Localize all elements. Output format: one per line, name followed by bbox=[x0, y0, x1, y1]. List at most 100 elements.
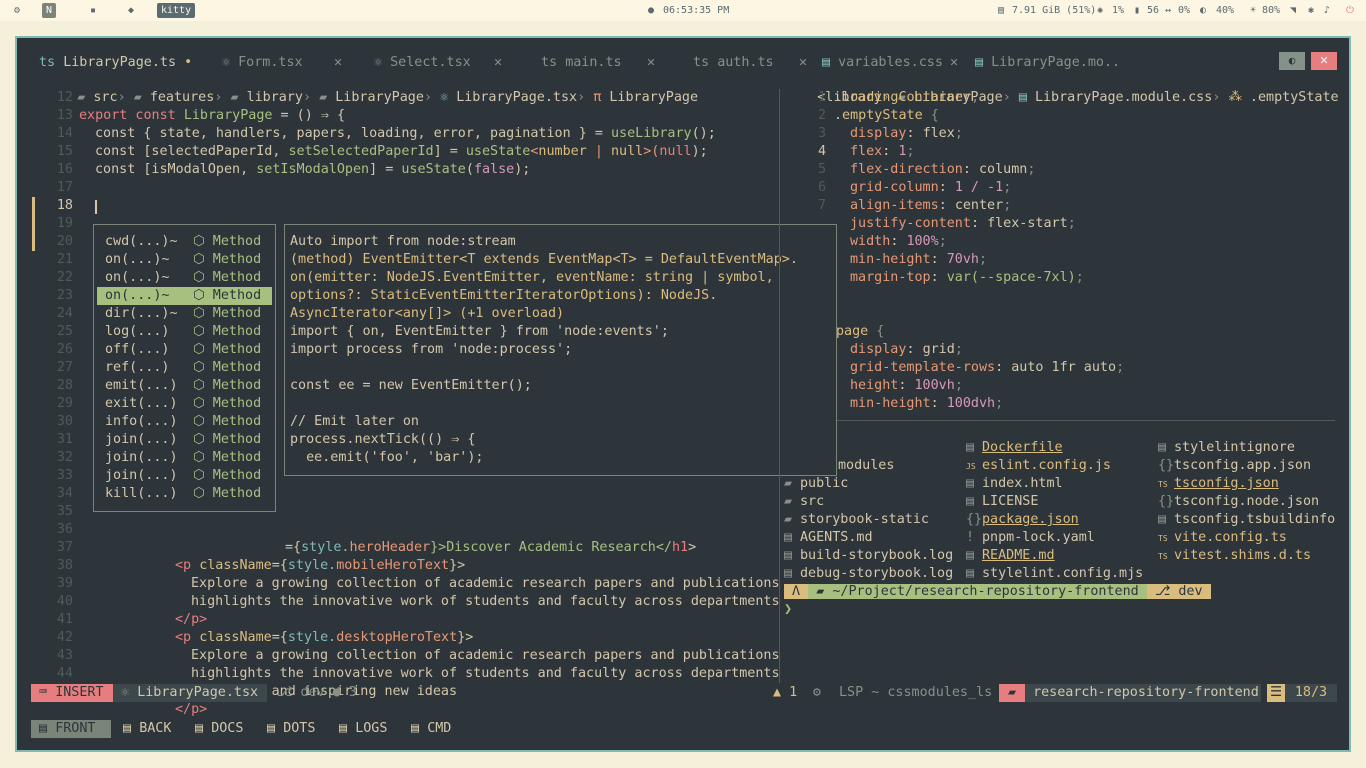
line-number: 43 bbox=[56, 648, 73, 663]
close-tab-icon[interactable]: ✕ bbox=[647, 54, 655, 72]
terminal-tab[interactable]: ▤ DOTS bbox=[259, 720, 324, 738]
css-value: center bbox=[954, 198, 1004, 213]
file-name: build-storybook.log bbox=[800, 548, 954, 563]
terminal-tab[interactable]: ▤ FRONT bbox=[31, 720, 111, 738]
git-branch[interactable]: ⎇ dev ● 3 bbox=[277, 684, 357, 702]
file-entry[interactable]: TS tsconfig.json bbox=[1158, 475, 1279, 493]
file-entry[interactable]: JS eslint.config.js bbox=[966, 457, 1111, 475]
close-tab-icon[interactable]: ✕ bbox=[950, 54, 958, 72]
close-tab-icon[interactable]: ✕ bbox=[494, 54, 502, 72]
completion-item[interactable]: exit(...) ⬡ Method bbox=[97, 395, 272, 413]
file-entry[interactable]: TS vite.config.ts bbox=[1158, 529, 1287, 547]
close-tab-icon[interactable]: ✕ bbox=[334, 54, 342, 72]
tab-librarypage-ts[interactable]: ts LibraryPage.ts • bbox=[39, 54, 192, 72]
bluetooth-icon[interactable]: ✱ bbox=[1308, 3, 1314, 18]
terminal-tab[interactable]: ▤ DOCS bbox=[187, 720, 252, 738]
project-name[interactable]: research-repository-frontend bbox=[1025, 684, 1261, 702]
workspace-2-icon[interactable]: ▪ bbox=[90, 3, 96, 18]
terminal-tab[interactable]: ▤ LOGS bbox=[331, 720, 396, 738]
notification-icon[interactable]: ♪ bbox=[1324, 3, 1330, 18]
git-icon: ⎇ bbox=[1146, 584, 1179, 599]
line-number: 27 bbox=[56, 360, 73, 375]
completion-item[interactable]: kill(...) ⬡ Method bbox=[97, 485, 272, 503]
tab-form-tsx[interactable]: ⚛ Form.tsx ✕ bbox=[222, 54, 342, 72]
volume-icon[interactable]: ◐ bbox=[1200, 3, 1206, 18]
brightness-icon[interactable]: ☀ bbox=[1250, 3, 1256, 18]
completion-item[interactable]: join(...) ⬡ Method bbox=[97, 431, 272, 449]
file-name: tsconfig.tsbuildinfo bbox=[1174, 512, 1336, 527]
completion-item[interactable]: on(...)~ ⬡ Method bbox=[97, 287, 272, 305]
tab-variables-css[interactable]: ▤ variables.css ✕ bbox=[822, 54, 958, 72]
tab-select-tsx[interactable]: ⚛ Select.tsx ✕ bbox=[374, 54, 502, 72]
file-entry[interactable]: ▰ storybook-static bbox=[784, 511, 929, 529]
file-entry[interactable]: ▤ LICENSE bbox=[966, 493, 1038, 511]
file-entry[interactable]: ▤ stylelint.config.mjs bbox=[966, 565, 1143, 583]
completion-item[interactable]: on(...)~ ⬡ Method bbox=[97, 269, 272, 287]
file-entry[interactable]: ▤ tsconfig.tsbuildinfo bbox=[1158, 511, 1335, 529]
completion-menu[interactable]: cwd(...)~ ⬡ Method on(...)~ ⬡ Method on(...)… bbox=[93, 224, 276, 512]
tab-main-ts[interactable]: ts main.ts ✕ bbox=[541, 54, 655, 72]
prompt-path[interactable]: ▰ ~/Project/research-repository-frontend bbox=[808, 584, 1147, 599]
completion-item[interactable]: ref(...) ⬡ Method bbox=[97, 359, 272, 377]
line-number: 40 bbox=[56, 594, 73, 609]
diagnostics-warnings[interactable]: ▲ 1 bbox=[773, 684, 797, 702]
file-entry[interactable]: ▰ public bbox=[784, 475, 848, 493]
line-number: 25 bbox=[56, 324, 73, 339]
clock[interactable]: 06:53:35 PM bbox=[663, 3, 729, 18]
file-entry[interactable]: TS vitest.shims.d.ts bbox=[1158, 547, 1311, 565]
line-number: 2 bbox=[817, 108, 826, 123]
file-name: tsconfig.app.json bbox=[1174, 458, 1312, 473]
completion-item[interactable]: join(...) ⬡ Method bbox=[97, 449, 272, 467]
file-name: src bbox=[800, 494, 825, 509]
completion-item[interactable]: emit(...) ⬡ Method bbox=[97, 377, 272, 395]
volume-readout[interactable]: 40% bbox=[1216, 3, 1234, 18]
css-value: var(--space-7xl) bbox=[946, 270, 1076, 285]
completion-item[interactable]: join(...) ⬡ Method bbox=[97, 467, 272, 485]
workspace-kitty[interactable]: kitty bbox=[157, 3, 196, 18]
file-entry[interactable]: ▤ stylelintignore bbox=[1158, 439, 1295, 457]
file-entry[interactable]: {}tsconfig.app.json bbox=[1158, 457, 1311, 475]
completion-kind: ⬡ Method bbox=[193, 233, 261, 251]
file-entry[interactable]: {}package.json bbox=[966, 511, 1079, 529]
editor-pane-right[interactable]: 1 .loadingContainer, 2 .emptyState {3 displa… bbox=[780, 89, 1335, 419]
power-icon[interactable]: ⏻ bbox=[1346, 3, 1354, 18]
completion-label: log(...) bbox=[105, 324, 170, 339]
file-entry[interactable]: ▤ README.md bbox=[966, 547, 1055, 565]
workspace-3-icon[interactable]: ◆ bbox=[128, 3, 134, 18]
wifi-icon[interactable]: ◥ bbox=[1290, 3, 1296, 18]
file-entry[interactable]: ▤ debug-storybook.log bbox=[784, 565, 953, 583]
terminal-tab[interactable]: ▤ CMD bbox=[403, 720, 459, 738]
file-entry[interactable]: ▤ build-storybook.log bbox=[784, 547, 953, 565]
method-icon: ⬡ bbox=[193, 432, 213, 447]
completion-item[interactable]: cwd(...)~ ⬡ Method bbox=[97, 233, 272, 251]
completion-item[interactable]: info(...) ⬡ Method bbox=[97, 413, 272, 431]
completion-label: kill(...) bbox=[105, 486, 178, 501]
launcher-icon[interactable]: ⚙ bbox=[14, 3, 20, 18]
css-line: min-height: 70vh; bbox=[850, 251, 987, 269]
css-property: height bbox=[850, 378, 899, 393]
file-entry[interactable]: modules bbox=[838, 457, 894, 475]
tab-auth-ts[interactable]: ts auth.ts ✕ bbox=[693, 54, 807, 72]
file-entry[interactable]: ! pnpm-lock.yaml bbox=[966, 529, 1095, 547]
file-entry[interactable]: ▤ AGENTS.md bbox=[784, 529, 873, 547]
tab-librarypage-module[interactable]: ▤ LibraryPage.mo.. bbox=[975, 54, 1120, 72]
brightness-readout[interactable]: 80% bbox=[1262, 3, 1280, 18]
completion-item[interactable]: off(...) ⬡ Method bbox=[97, 341, 272, 359]
status-file[interactable]: ⚛ LibraryPage.tsx bbox=[113, 684, 267, 702]
completion-item[interactable]: log(...) ⬡ Method bbox=[97, 323, 272, 341]
toggle-icon[interactable]: ◐ bbox=[1279, 52, 1305, 70]
terminal-tab[interactable]: ▤ BACK bbox=[115, 720, 180, 738]
close-tab-icon[interactable]: ✕ bbox=[799, 54, 807, 72]
workspace-1[interactable]: N bbox=[42, 3, 57, 18]
lsp-status[interactable]: LSP ~ cssmodules_ls bbox=[839, 684, 992, 702]
css-punct: { bbox=[868, 324, 885, 339]
css-property: min-height bbox=[850, 252, 931, 267]
file-entry[interactable]: ▤ index.html bbox=[966, 475, 1063, 493]
file-entry[interactable]: {}tsconfig.node.json bbox=[1158, 493, 1319, 511]
completion-item[interactable]: on(...)~ ⬡ Method bbox=[97, 251, 272, 269]
file-entry[interactable]: ▰ src bbox=[784, 493, 824, 511]
completion-item[interactable]: dir(...)~ ⬡ Method bbox=[97, 305, 272, 323]
close-window-button[interactable]: ✕ bbox=[1311, 52, 1337, 70]
terminal-pane[interactable]: modules ▰ public ▰ src ▰ storybook-static ▤ AGEN… bbox=[780, 421, 1335, 683]
file-entry[interactable]: ▤ Dockerfile bbox=[966, 439, 1063, 457]
